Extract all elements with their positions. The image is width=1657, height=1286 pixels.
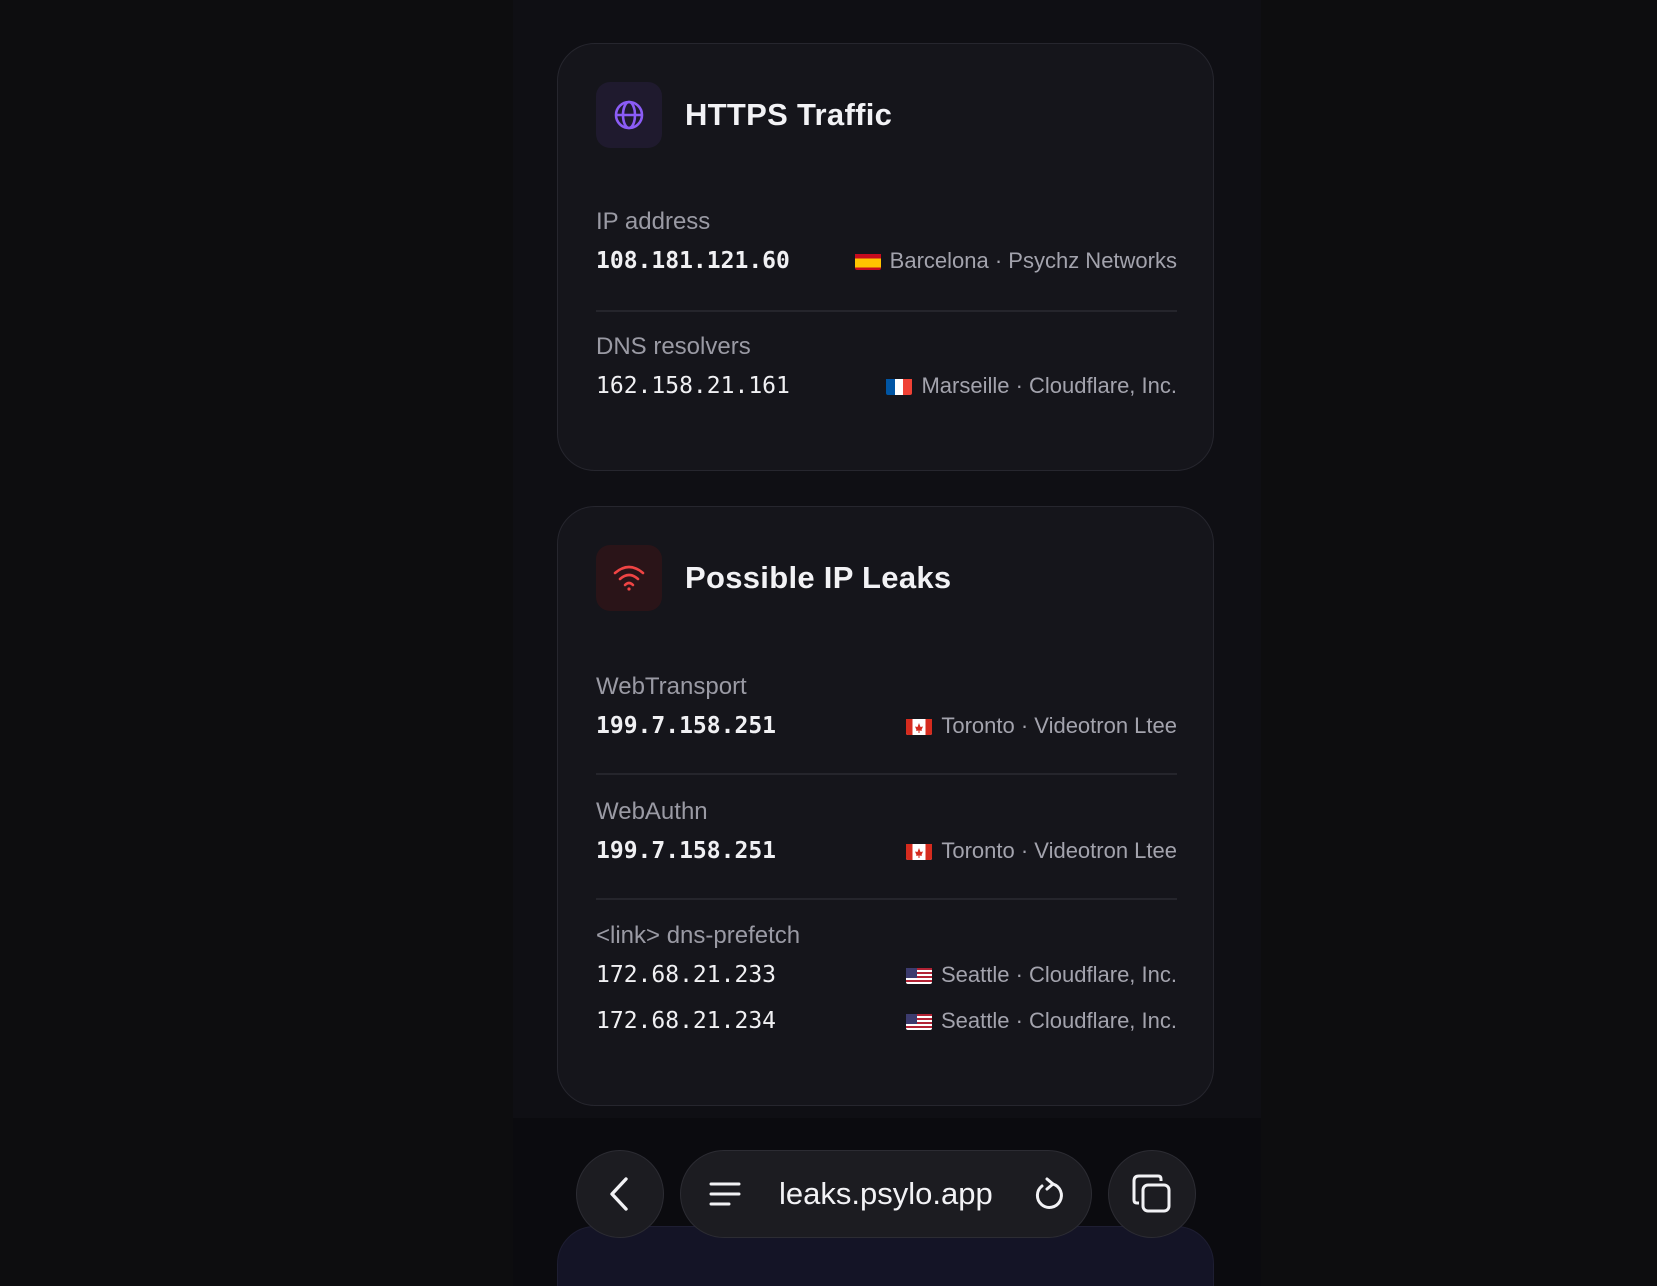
location: Seattle · Cloudflare, Inc.: [905, 962, 1177, 988]
ip-row: 108.181.121.60 Barcelona · Psychz Networ…: [596, 238, 1177, 284]
spain-flag-icon: [854, 252, 881, 270]
divider: [596, 773, 1177, 775]
location-text: Barcelona · Psychz Networks: [889, 248, 1177, 273]
ip-value[interactable]: 172.68.21.233: [596, 962, 776, 988]
location: Seattle · Cloudflare, Inc.: [905, 1008, 1177, 1034]
card-title: HTTPS Traffic: [685, 97, 893, 132]
back-button[interactable]: [576, 1150, 664, 1238]
section-label: WebAuthn: [596, 798, 708, 825]
section-label: <link> dns-prefetch: [596, 922, 801, 949]
canada-flag-icon: [906, 717, 933, 735]
page: HTTPS Traffic IP address 108.181.121.60 …: [0, 0, 1657, 1286]
wifi-icon: [596, 545, 662, 611]
location: Toronto · Videotron Ltee: [906, 838, 1177, 864]
ip-leaks-card: Possible IP Leaks WebTransport 199.7.158…: [557, 506, 1214, 1106]
france-flag-icon: [886, 377, 913, 395]
card-header: HTTPS Traffic: [596, 82, 892, 148]
chevron-left-icon: [610, 1177, 628, 1211]
ip-row: 172.68.21.233 Seattle · Cloudflare, Inc.: [596, 952, 1177, 998]
location-text: Seattle · Cloudflare, Inc.: [940, 962, 1177, 987]
location: Marseille · Cloudflare, Inc.: [886, 373, 1177, 399]
ip-row: 199.7.158.251 Toronto · Videotron Ltee: [596, 828, 1177, 874]
section-label: IP address: [596, 208, 711, 235]
ip-row: 162.158.21.161 Marseille · Cloudflare, I…: [596, 363, 1177, 409]
location-text: Toronto · Videotron Ltee: [941, 838, 1177, 863]
location-text: Toronto · Videotron Ltee: [941, 713, 1177, 738]
ip-value[interactable]: 108.181.121.60: [596, 248, 790, 274]
webauthn-section: WebAuthn 199.7.158.251 Toronto · Videotr…: [596, 796, 1177, 874]
us-flag-icon: [905, 966, 932, 984]
location: Barcelona · Psychz Networks: [854, 248, 1177, 274]
section-label: WebTransport: [596, 673, 747, 700]
section-label: DNS resolvers: [596, 333, 751, 360]
ip-row: 172.68.21.234 Seattle · Cloudflare, Inc.: [596, 998, 1177, 1044]
address-bar[interactable]: leaks.psylo.app: [680, 1150, 1092, 1238]
reload-icon[interactable]: [1033, 1177, 1065, 1213]
location-text: Marseille · Cloudflare, Inc.: [921, 373, 1177, 398]
tabs-button[interactable]: [1108, 1150, 1196, 1238]
card-title: Possible IP Leaks: [685, 560, 952, 595]
globe-icon: [596, 82, 662, 148]
location-text: Seattle · Cloudflare, Inc.: [940, 1008, 1177, 1033]
https-traffic-card: HTTPS Traffic IP address 108.181.121.60 …: [557, 43, 1214, 471]
ip-value[interactable]: 162.158.21.161: [596, 373, 790, 399]
dns-prefetch-section: <link> dns-prefetch 172.68.21.233 Seattl…: [596, 920, 1177, 1044]
tabs-icon: [1132, 1174, 1171, 1213]
ip-address-section: IP address 108.181.121.60 Barcelona · Ps…: [596, 206, 1177, 284]
menu-icon[interactable]: [709, 1179, 741, 1209]
ip-value[interactable]: 172.68.21.234: [596, 1008, 776, 1034]
divider: [596, 898, 1177, 900]
dns-resolvers-section: DNS resolvers 162.158.21.161 Marseille ·…: [596, 331, 1177, 409]
canada-flag-icon: [906, 842, 933, 860]
us-flag-icon: [905, 1012, 932, 1030]
ip-row: 199.7.158.251 Toronto · Videotron Ltee: [596, 703, 1177, 749]
ip-value[interactable]: 199.7.158.251: [596, 713, 776, 739]
url-text[interactable]: leaks.psylo.app: [779, 1151, 993, 1237]
divider: [596, 310, 1177, 312]
ip-value[interactable]: 199.7.158.251: [596, 838, 776, 864]
location: Toronto · Videotron Ltee: [906, 713, 1177, 739]
card-header: Possible IP Leaks: [596, 545, 951, 611]
webtransport-section: WebTransport 199.7.158.251 Toronto · Vid…: [596, 671, 1177, 749]
